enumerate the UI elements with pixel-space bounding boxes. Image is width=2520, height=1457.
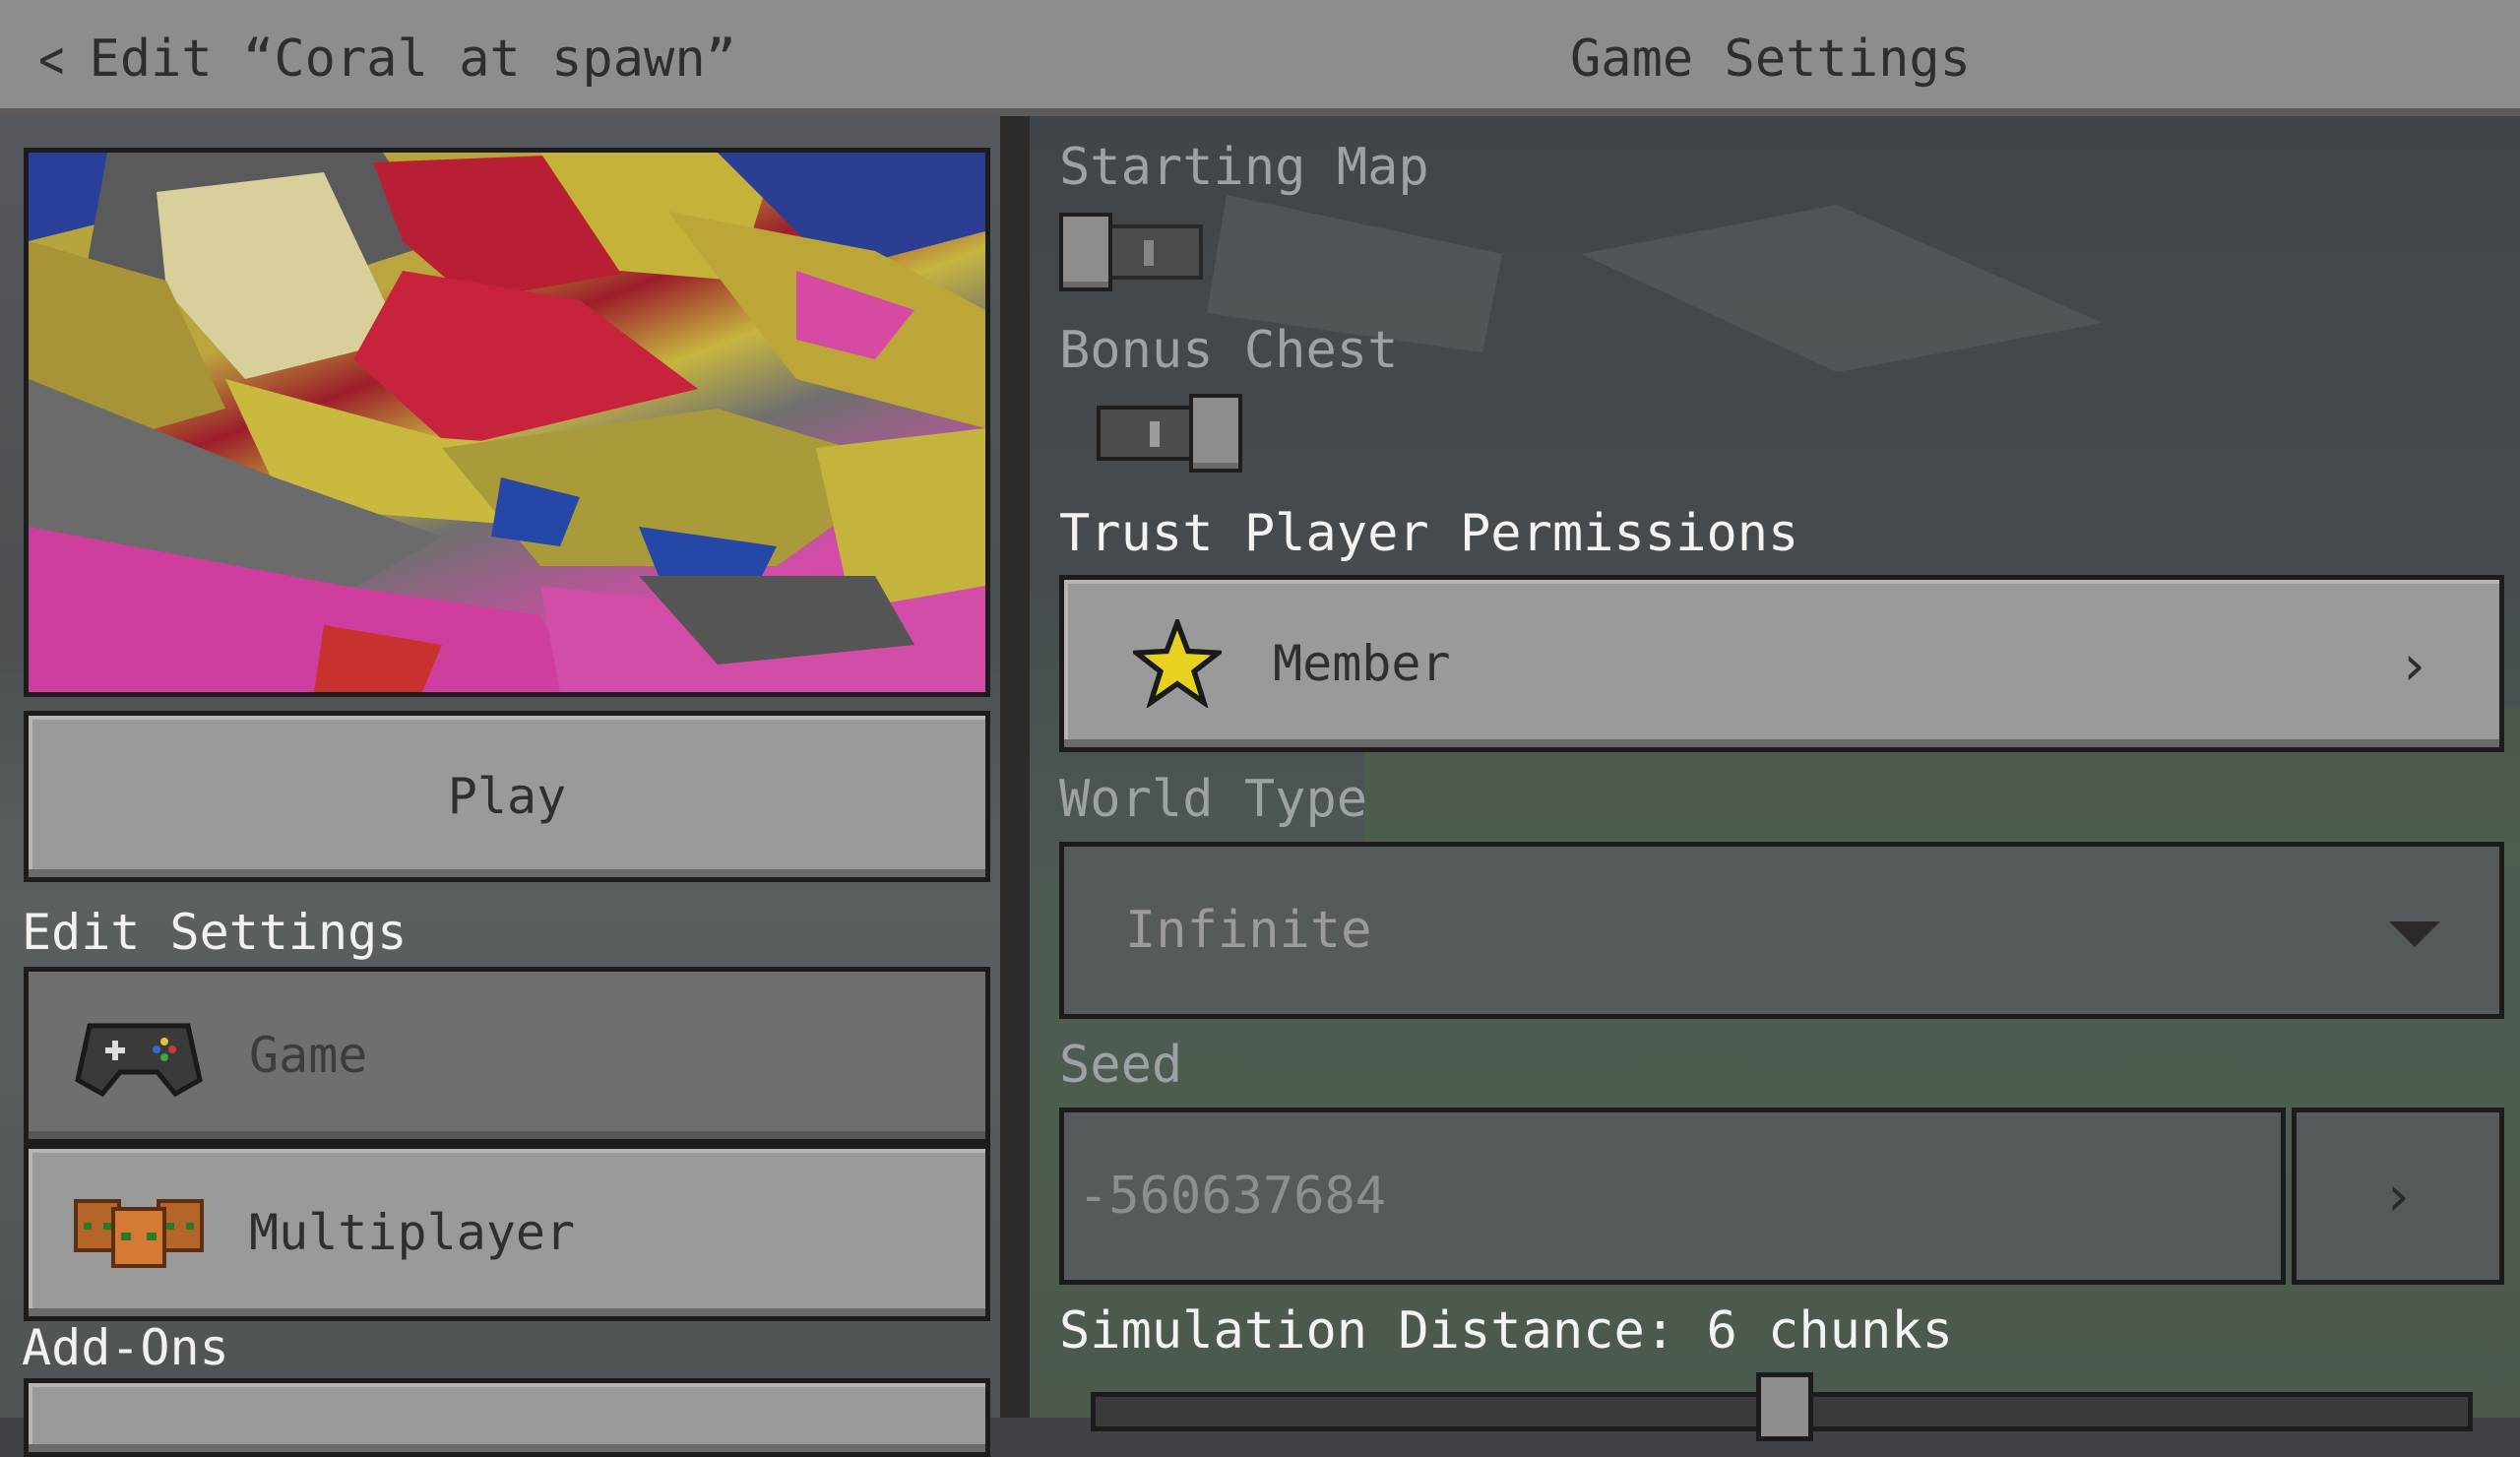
- seed-field[interactable]: -560637684: [1059, 1108, 2286, 1285]
- nav-item-addons[interactable]: [24, 1378, 990, 1457]
- back-button[interactable]: < Edit “Coral at spawn”: [35, 28, 736, 91]
- toggle-on-mark: [1150, 421, 1160, 447]
- top-bar: < Edit “Coral at spawn” Game Settings: [0, 0, 2520, 116]
- seed-label: Seed: [1059, 1036, 1183, 1095]
- simulation-distance-slider-knob[interactable]: [1756, 1372, 1813, 1441]
- chevron-right-icon: ›: [2397, 634, 2430, 698]
- starting-map-label: Starting Map: [1059, 138, 1429, 197]
- seed-picker-button[interactable]: ›: [2292, 1108, 2504, 1285]
- seed-value: -560637684: [1078, 1167, 1387, 1226]
- toggle-knob: [1189, 394, 1242, 473]
- controller-icon: [75, 1023, 203, 1098]
- trust-player-permissions-label: Trust Player Permissions: [1059, 504, 1799, 563]
- starting-map-toggle[interactable]: [1059, 213, 1207, 291]
- bonus-chest-label: Bonus Chest: [1059, 321, 1399, 380]
- edit-settings-heading: Edit Settings: [22, 904, 408, 961]
- star-icon: [1133, 619, 1222, 708]
- nav-item-game[interactable]: Game: [24, 967, 990, 1144]
- panel-divider: [1000, 116, 1030, 1418]
- chevron-right-icon: ›: [2381, 1164, 2415, 1229]
- permission-level-value: Member: [1273, 635, 1451, 692]
- players-icon: [74, 1199, 204, 1268]
- addons-heading: Add-Ons: [22, 1319, 229, 1376]
- play-button[interactable]: Play: [24, 711, 990, 882]
- page-title: Game Settings: [1570, 30, 1971, 89]
- nav-item-multiplayer[interactable]: Multiplayer: [24, 1144, 990, 1321]
- world-preview-art: [29, 153, 985, 692]
- world-preview-image: [24, 148, 990, 697]
- back-label: Edit “Coral at spawn”: [89, 30, 736, 89]
- chevron-left-icon: <: [38, 28, 65, 91]
- toggle-knob: [1059, 213, 1112, 291]
- play-label: Play: [447, 768, 567, 825]
- bonus-chest-toggle[interactable]: [1073, 394, 1242, 473]
- world-type-value: Infinite: [1125, 901, 1372, 960]
- simulation-distance-label: Simulation Distance: 6 chunks: [1059, 1301, 1953, 1361]
- nav-item-multiplayer-label: Multiplayer: [249, 1204, 576, 1261]
- chevron-down-icon: [2389, 921, 2440, 947]
- permission-level-dropdown[interactable]: Member ›: [1059, 575, 2504, 752]
- toggle-on-mark: [1144, 240, 1154, 266]
- world-type-dropdown[interactable]: Infinite: [1059, 842, 2504, 1019]
- nav-item-game-label: Game: [249, 1027, 368, 1084]
- world-type-label: World Type: [1059, 770, 1368, 829]
